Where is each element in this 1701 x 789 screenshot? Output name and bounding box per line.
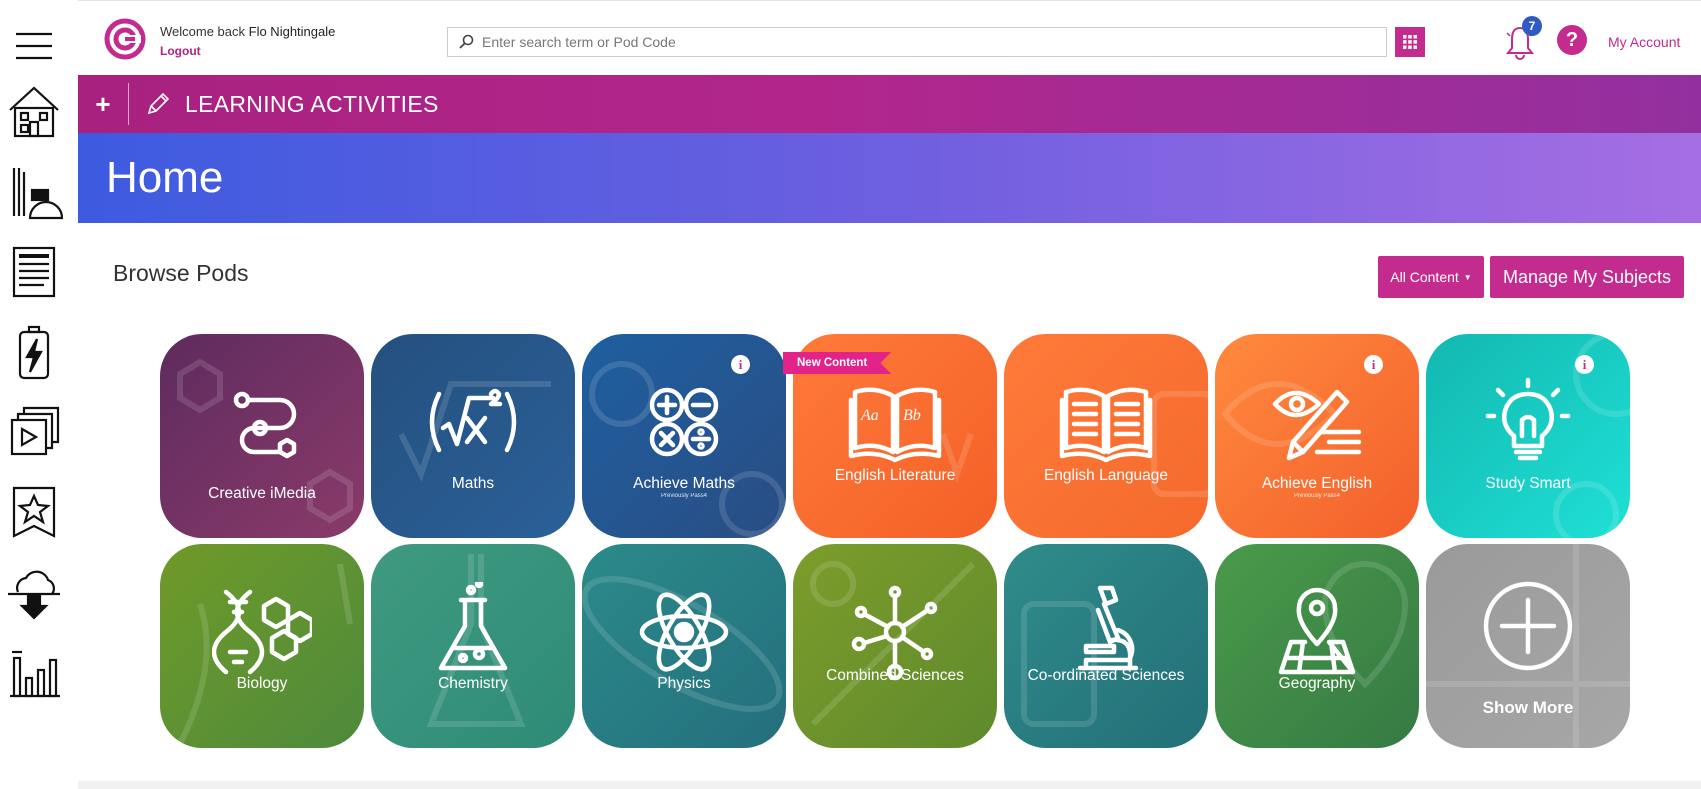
caret-down-icon: ▼ [1463,272,1472,282]
home-icon[interactable] [0,80,68,144]
open-book-aa-icon: Aa Bb [848,387,942,463]
pod-english-language[interactable]: English Language [1004,334,1208,538]
apps-grid-button[interactable] [1395,27,1425,57]
pod-creative-imedia[interactable]: Creative iMedia [160,334,364,538]
sidebar [0,0,78,789]
circuit-icon [233,391,297,459]
pod-co-ordinated-sciences[interactable]: Co-ordinated Sciences [1004,544,1208,748]
eye-pencil-icon [1272,389,1362,461]
pod-combined-sciences[interactable]: Combined Sciences [793,544,997,748]
pod-label: Chemistry [438,675,508,692]
pod-show-more[interactable]: Show More [1426,544,1630,748]
welcome-text: Welcome back Flo Nightingale [160,24,335,39]
flask-icon [438,582,508,671]
svg-text:Bb: Bb [903,407,921,424]
grid-icon [1403,35,1417,49]
open-book-lines-icon [1059,387,1153,463]
all-content-label: All Content [1390,269,1459,285]
info-icon[interactable]: i [1364,355,1383,374]
pod-label: Creative iMedia [208,485,316,502]
manage-subjects-button[interactable]: Manage My Subjects [1490,256,1684,298]
learning-activities-label[interactable]: LEARNING ACTIVITIES [185,91,439,118]
battery-bolt-icon[interactable] [0,320,68,384]
pod-achieve-maths[interactable]: Achieve Maths Previously Pass4 [582,334,786,538]
brand-logo[interactable] [104,18,146,60]
pod-label: Study Smart [1485,475,1571,492]
logout-link[interactable]: Logout [160,44,201,58]
menu-icon[interactable] [0,14,68,78]
pods-grid: Creative iMedia Maths Achieve Maths Prev… [160,334,1630,750]
document-icon[interactable] [0,240,68,304]
pod-label: Maths [451,475,495,492]
pod-physics[interactable]: Physics [582,544,786,748]
pod-label: Combined Sciences [826,667,964,684]
pod-label: Geography [1278,675,1356,692]
info-icon[interactable]: i [1575,355,1594,374]
user-name: Flo Nightingale [248,24,336,39]
learning-activities-bar: + LEARNING ACTIVITIES [78,75,1701,133]
pod-label: Co-ordinated Sciences [1027,667,1185,684]
pod-label: Show More [1482,698,1574,717]
star-bookmark-icon[interactable] [0,480,68,544]
pod-label: English Literature [834,467,956,484]
square-root-icon [429,388,517,453]
pod-study-smart[interactable]: Study Smart [1426,334,1630,538]
pod-label: English Language [1043,467,1169,484]
search-input[interactable] [480,33,1384,51]
page-footer-edge [78,781,1701,789]
add-activity-button[interactable]: + [78,75,128,133]
pod-label: Biology [236,675,288,692]
map-pin-icon [1278,587,1356,675]
pod-geography[interactable]: Geography [1215,544,1419,748]
pod-label: Physics [657,675,711,692]
page-header: Home [78,133,1701,223]
my-account-link[interactable]: My Account [1608,34,1680,50]
bar-chart-icon[interactable] [0,640,68,704]
lightbulb-icon [1485,377,1571,461]
info-icon[interactable]: i [731,355,750,374]
search-box[interactable] [447,27,1387,57]
new-content-tag: New Content [783,352,892,374]
dna-icon [212,589,312,675]
welcome-prefix: Welcome back [160,24,246,39]
plus-circle-icon [1483,581,1573,671]
pencil-icon [147,92,170,115]
pod-sublabel: Previously Pass4 [660,493,708,499]
math-operators-icon [649,387,719,457]
stationery-icon[interactable] [0,160,68,224]
pod-label: Achieve English [1261,475,1373,492]
pod-chemistry[interactable]: Chemistry [371,544,575,748]
browse-pods-title: Browse Pods [113,260,249,286]
pod-maths[interactable]: Maths [371,334,575,538]
pod-biology[interactable]: Biology [160,544,364,748]
atom-icon [639,592,729,672]
search-icon [459,34,474,49]
notification-badge: 7 [1522,16,1542,36]
pod-achieve-english[interactable]: Achieve English Previously Pass4 [1215,334,1419,538]
page-title: Home [106,153,224,202]
cloud-download-icon[interactable] [0,560,68,624]
pod-label: Achieve Maths [633,475,735,492]
svg-text:Aa: Aa [860,407,879,424]
help-button[interactable]: ? [1557,25,1587,55]
divider [128,83,129,125]
pod-sublabel: Previously Pass4 [1293,493,1341,499]
video-stack-icon[interactable] [0,400,68,464]
all-content-dropdown[interactable]: All Content ▼ [1378,256,1484,298]
